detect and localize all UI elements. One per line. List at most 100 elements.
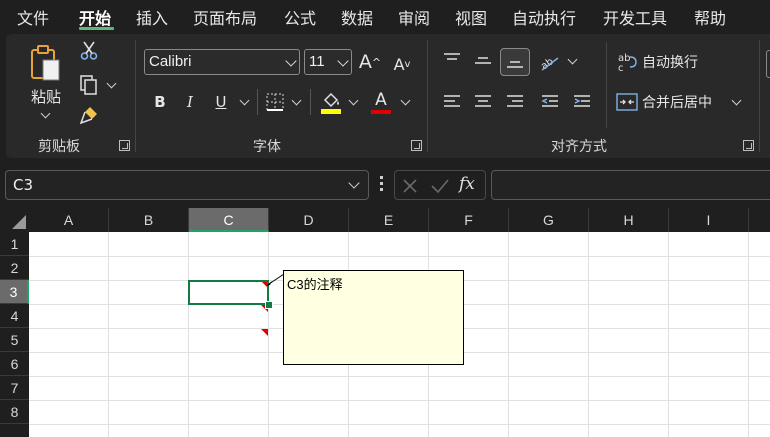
row-header-4[interactable]: 4 [0,304,29,328]
grid-line [29,376,770,377]
tab-help[interactable]: 帮助 [694,5,726,29]
insert-function-icon[interactable]: fx [459,174,475,194]
tab-home[interactable]: 开始 [79,5,111,29]
alignment-dialog-launcher-icon[interactable] [743,140,754,151]
column-header-h[interactable]: H [589,208,669,232]
font-size-value: 11 [309,53,325,70]
tab-view[interactable]: 视图 [455,5,487,29]
number-format-select[interactable] [766,50,770,78]
wrap-text-label: 自动换行 [642,55,698,71]
underline-button[interactable]: U [211,90,231,114]
row-header-9[interactable] [0,424,29,437]
borders-button[interactable] [264,91,286,113]
align-right-button[interactable] [503,90,527,114]
paste-label[interactable]: 粘贴 [28,86,64,106]
select-all-button[interactable] [0,208,29,232]
grid-line [188,232,189,437]
column-header-f[interactable]: F [429,208,509,232]
formula-bar-handle[interactable] [380,176,383,194]
tab-formulas[interactable]: 公式 [284,5,316,29]
tab-review[interactable]: 审阅 [398,5,430,29]
formula-input[interactable] [491,170,770,200]
row-header-5[interactable]: 5 [0,328,29,352]
comment-box[interactable]: C3的注释 [283,270,464,365]
tab-insert[interactable]: 插入 [136,5,168,29]
merge-center-button[interactable]: 合并后居中 [616,90,740,114]
bold-button[interactable]: B [150,90,170,114]
font-color-button[interactable]: A [370,88,392,116]
chevron-down-icon [337,55,349,67]
paste-button[interactable] [28,42,64,82]
font-family-select[interactable]: Calibri [144,49,300,75]
tab-data[interactable]: 数据 [341,5,373,29]
grid-line [668,232,669,437]
italic-button[interactable]: I [180,90,200,114]
group-separator [427,40,428,152]
tab-file[interactable]: 文件 [17,5,49,29]
grow-font-icon: A [358,51,372,73]
chevron-down-icon[interactable] [40,108,51,119]
row-header-3[interactable]: 3 [0,280,29,304]
font-color-icon: A [375,90,387,110]
toolbar-divider [257,89,258,115]
align-left-button[interactable] [440,90,464,114]
wrap-text-button[interactable]: ab c 自动换行 [616,50,752,74]
fill-handle[interactable] [265,301,273,309]
shrink-font-button[interactable]: Av [390,52,414,76]
align-top-button[interactable] [440,48,464,72]
row-header-1[interactable]: 1 [0,232,29,256]
cut-button[interactable] [78,40,100,62]
chevron-down-icon[interactable] [348,95,359,106]
column-header-d[interactable]: D [269,208,349,232]
svg-text:c: c [618,63,624,73]
name-box[interactable]: C3 [5,170,369,200]
decrease-indent-button[interactable] [538,90,562,114]
worksheet-grid[interactable]: A B C D E F G H I 1 2 3 4 5 6 7 8 C3的注释 [0,208,770,437]
enter-check-icon[interactable] [430,177,450,195]
tab-developer[interactable]: 开发工具 [603,5,667,29]
orientation-button[interactable]: ab [536,48,562,76]
formula-actions: fx [394,170,486,200]
row-header-6[interactable]: 6 [0,352,29,376]
cancel-icon[interactable] [401,177,419,195]
chevron-down-icon[interactable] [239,95,250,106]
clipboard-group-label: 剪贴板 [38,139,80,155]
tab-automate[interactable]: 自动执行 [512,5,576,29]
chevron-down-icon[interactable] [291,95,302,106]
align-bottom-button[interactable] [500,48,530,76]
align-middle-button[interactable] [471,48,495,76]
grow-font-button[interactable]: A ^ [358,50,382,74]
alignment-group-label: 对齐方式 [551,139,607,155]
chevron-down-icon[interactable] [567,54,578,65]
chevron-down-icon [285,55,297,67]
align-center-button[interactable] [471,90,495,114]
format-painter-button[interactable] [78,104,100,126]
row-header-8[interactable]: 8 [0,400,29,424]
column-header-b[interactable]: B [109,208,189,232]
fill-color-button[interactable] [319,90,343,116]
clipboard-dialog-launcher-icon[interactable] [119,140,130,151]
comment-indicator-c5[interactable] [261,329,268,336]
copy-button[interactable] [78,74,100,96]
chevron-down-icon[interactable] [348,177,360,189]
shrink-font-icon: A [393,54,405,74]
chevron-down-icon[interactable] [400,95,411,106]
tab-page-layout[interactable]: 页面布局 [193,5,257,29]
ribbon-tab-bar: 文件 开始 插入 页面布局 公式 数据 审阅 视图 自动执行 开发工具 帮助 [0,0,770,32]
font-size-select[interactable]: 11 [304,49,352,75]
chevron-down-icon[interactable] [106,78,117,89]
grid-line [748,232,749,437]
column-header-c[interactable]: C [189,208,269,232]
increase-indent-button[interactable] [570,90,594,114]
font-dialog-launcher-icon[interactable] [411,140,422,151]
grid-line [29,256,770,257]
row-header-7[interactable]: 7 [0,376,29,400]
column-header-i[interactable]: I [669,208,749,232]
column-header-g[interactable]: G [509,208,589,232]
column-header-e[interactable]: E [349,208,429,232]
selected-cell-c3[interactable] [188,280,269,305]
column-header-j[interactable] [749,208,770,232]
scissors-icon [80,41,98,60]
column-header-a[interactable]: A [29,208,109,232]
row-header-2[interactable]: 2 [0,256,29,280]
